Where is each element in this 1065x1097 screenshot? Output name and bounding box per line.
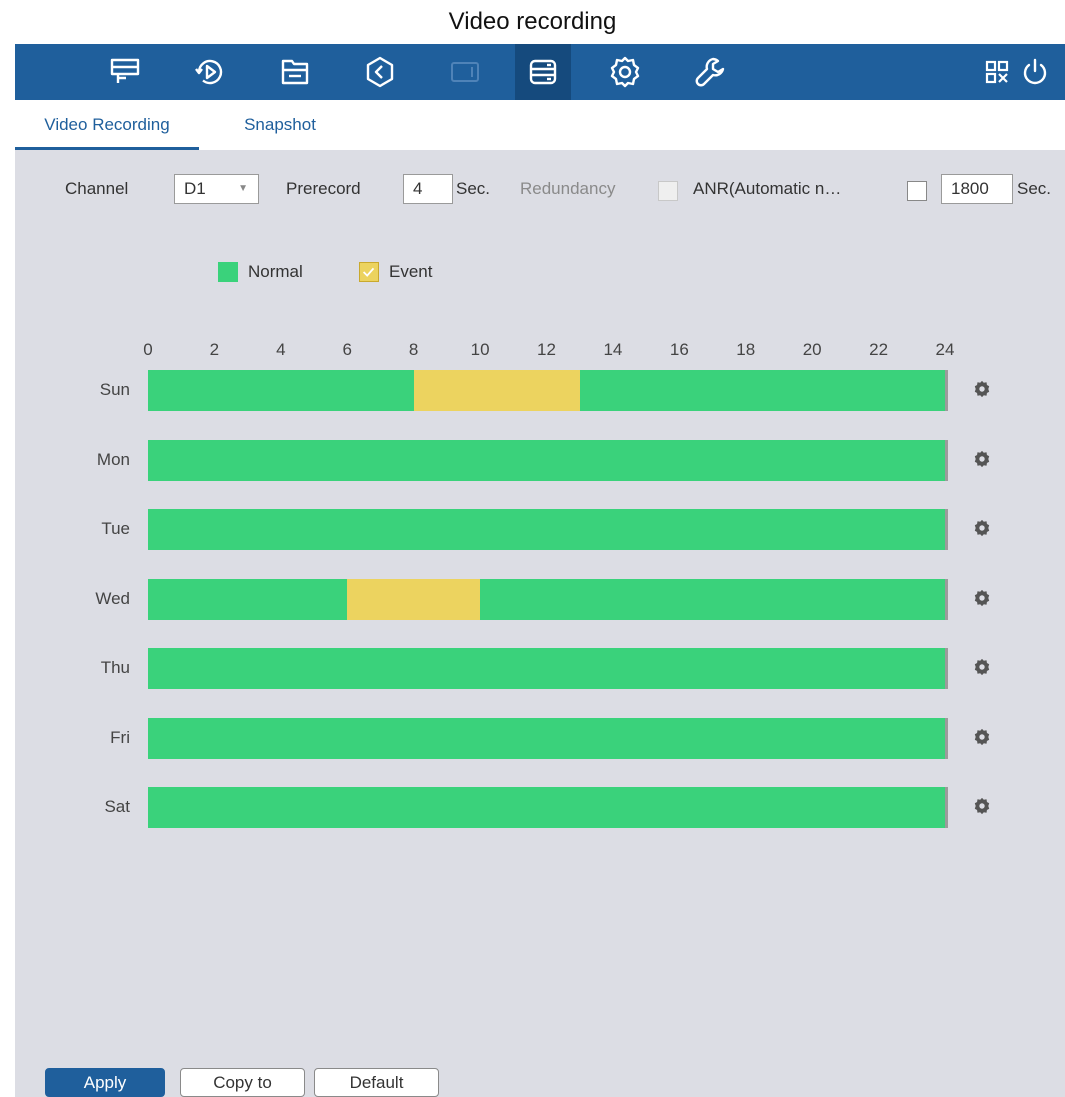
default-button[interactable]: Default [314,1068,439,1097]
channel-select[interactable]: D1 ▼ [174,174,259,204]
event-legend-checkbox[interactable] [359,262,379,282]
hour-tick: 16 [669,340,689,359]
hour-tick: 4 [276,340,286,359]
hour-tick: 14 [603,340,623,359]
redundancy-label: Redundancy [520,179,616,198]
maintenance-icon[interactable] [682,44,738,100]
day-schedule-track[interactable] [148,787,948,828]
gear-icon[interactable] [973,450,993,470]
day-schedule-track[interactable] [148,509,948,550]
event-segment[interactable] [347,578,481,620]
hour-tick: 6 [342,340,352,359]
normal-legend-label: Normal [248,262,303,281]
prerecord-input[interactable]: 4 [403,174,453,204]
gear-icon[interactable] [973,658,993,678]
channel-value: D1 [184,179,206,198]
camera-icon[interactable] [437,44,493,100]
gear-icon[interactable] [973,797,993,817]
file-manager-icon[interactable] [267,44,323,100]
anr-duration-input[interactable]: 1800 [941,174,1013,204]
playback-icon[interactable] [182,44,238,100]
normal-legend-swatch [218,262,238,282]
day-label: Wed [95,588,130,608]
window-title: Video recording [0,0,1065,44]
dropdown-arrow-icon: ▼ [238,183,248,194]
hour-tick: 20 [802,340,822,359]
day-schedule-track[interactable] [148,370,948,411]
tab-bar: Video Recording Snapshot [15,100,1065,150]
storage-icon[interactable] [515,44,571,100]
hour-tick: 2 [209,340,220,359]
anr-unit: Sec. [1017,179,1052,198]
day-label: Sat [104,797,130,816]
gear-icon[interactable] [973,589,993,609]
day-label: Fri [110,727,130,747]
anr-label: ANR(Automatic n… [693,179,842,198]
day-label: Tue [101,519,130,538]
day-schedule-track[interactable] [148,578,948,620]
hour-tick: 0 [143,340,153,359]
tab-video-recording[interactable]: Video Recording [15,100,199,150]
hour-tick: 24 [935,340,955,359]
event-legend-label: Event [389,262,433,281]
hour-tick: 22 [869,340,889,359]
gear-icon[interactable] [973,519,993,539]
recording-schedule-panel: Channel D1 ▼ Prerecord 4 Sec. Redundancy… [15,150,1065,1097]
settings-icon[interactable] [597,44,653,100]
copy-to-button[interactable]: Copy to [180,1068,305,1097]
day-schedule-track[interactable] [148,648,948,689]
anr-checkbox[interactable] [907,181,927,201]
event-segment[interactable] [413,370,580,411]
tab-snapshot[interactable]: Snapshot [230,100,330,150]
channel-label: Channel [65,179,129,198]
power-icon[interactable] [1015,44,1055,100]
hour-tick: 18 [736,340,756,359]
prerecord-unit: Sec. [456,179,491,198]
hour-tick: 10 [470,340,490,359]
check-icon [362,267,375,277]
hour-tick: 8 [408,340,419,359]
day-schedule-track[interactable] [148,717,948,759]
day-schedule-track[interactable] [148,439,948,481]
prerecord-label: Prerecord [286,179,361,198]
gear-icon[interactable] [973,728,993,748]
live-view-icon[interactable] [97,44,153,100]
top-navigation-bar [15,44,1065,100]
qr-code-icon[interactable] [977,44,1017,100]
redundancy-checkbox[interactable] [658,181,678,201]
gear-icon[interactable] [973,380,993,400]
day-label: Mon [96,449,130,469]
apply-button[interactable]: Apply [45,1068,165,1097]
alarm-history-icon[interactable] [352,44,408,100]
day-label: Sun [99,380,130,399]
day-label: Thu [100,658,130,677]
hour-tick: 12 [537,340,556,359]
